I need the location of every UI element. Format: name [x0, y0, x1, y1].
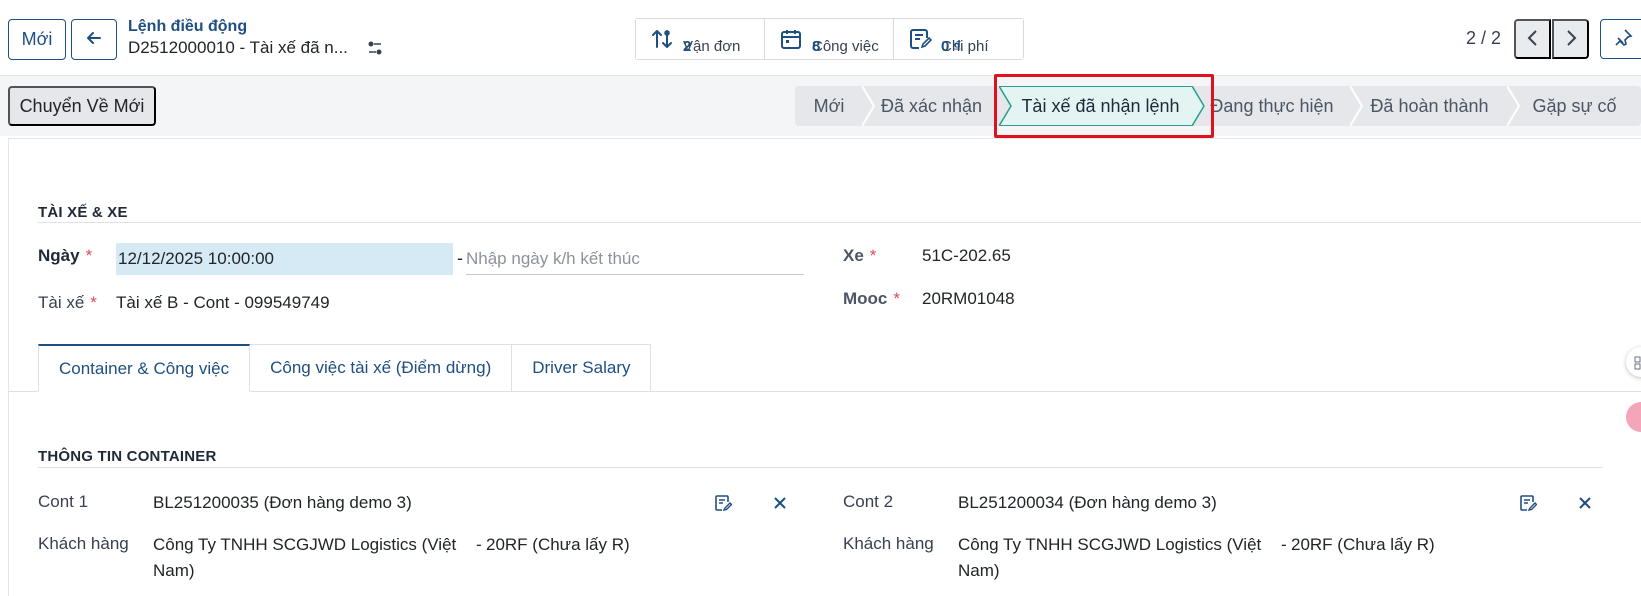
section-divider — [38, 222, 1641, 223]
stage-gap-su-co[interactable]: Gặp sự cố — [1507, 86, 1641, 126]
edit-icon[interactable] — [1517, 492, 1539, 514]
grid-icon — [1634, 355, 1641, 375]
stage-label: Gặp sự cố — [1532, 95, 1617, 116]
customer2-label: Khách hàng — [843, 534, 934, 553]
breadcrumb-record-name: D2512000010 - Tài xế đã n... — [128, 38, 348, 57]
close-icon[interactable] — [1574, 492, 1596, 514]
smart-buttons: Vận đơn 2 Công việc 8 Chi phí 0 ₫ — [635, 18, 1024, 60]
customer1-dash: - — [476, 535, 482, 554]
cont2-field[interactable]: BL251200034 (Đơn hàng demo 3) — [958, 493, 1217, 513]
cont2-label: Cont 2 — [843, 492, 894, 511]
stage-label: Đã hoàn thành — [1370, 95, 1489, 116]
record-actions-icon[interactable] — [366, 39, 384, 57]
active-stage-highlight — [994, 74, 1214, 138]
back-button[interactable] — [71, 19, 117, 60]
edit-icon[interactable] — [712, 492, 734, 514]
date-separator: - — [457, 248, 463, 268]
stage-label: Mới — [813, 95, 845, 116]
stage-divider — [1350, 86, 1364, 126]
customer2-dash: - — [1281, 535, 1287, 554]
calendar-icon — [779, 27, 803, 51]
driver-field[interactable]: Tài xế B - Cont - 099549749 — [116, 293, 330, 313]
smart-button-value: 2 — [683, 38, 692, 55]
section-title-driver-vehicle: TÀI XẾ & XE — [38, 204, 128, 221]
cont1-label: Cont 1 — [38, 492, 89, 511]
date-end-input[interactable]: Nhập ngày k/h kết thúc — [466, 243, 804, 275]
date-start-input[interactable]: 12/12/2025 10:00:00 — [116, 243, 453, 275]
date-label: Ngày * — [38, 246, 93, 265]
edit-note-icon — [908, 27, 932, 51]
stage-dang-thuc-hien[interactable]: Đang thực hiện — [1192, 86, 1351, 126]
trailer-field[interactable]: 20RM01048 — [922, 289, 1015, 309]
stage-moi[interactable]: Mới — [795, 86, 863, 126]
stage-da-hoan-thanh[interactable]: Đã hoàn thành — [1350, 86, 1508, 126]
pin-button[interactable] — [1600, 19, 1641, 59]
pager-previous-button[interactable] — [1514, 19, 1551, 59]
vehicle-field[interactable]: 51C-202.65 — [922, 246, 1011, 266]
arrow-left-icon — [84, 28, 104, 51]
vehicle-label: Xe * — [843, 246, 877, 265]
stage-label: Đã xác nhận — [880, 95, 983, 116]
smart-button-cong-viec[interactable]: Công việc 8 — [765, 19, 894, 59]
smart-button-chi-phi[interactable]: Chi phí 0 ₫ — [894, 19, 1023, 59]
cont1-field[interactable]: BL251200035 (Đơn hàng demo 3) — [153, 493, 412, 513]
customer1-name-line1: Công Ty TNHH SCGJWD Logistics (Việt — [153, 535, 457, 554]
section-divider — [38, 467, 1603, 468]
pin-icon — [1613, 28, 1633, 51]
stage-da-xac-nhan[interactable]: Đã xác nhận — [862, 86, 1000, 126]
smart-button-value: 0 ₫ — [941, 38, 962, 55]
breadcrumb: Lệnh điều động D2512000010 - Tài xế đã n… — [128, 16, 382, 57]
new-button[interactable]: Mới — [8, 19, 66, 60]
trailer-label: Mooc * — [843, 289, 901, 308]
stage-divider — [862, 86, 876, 126]
customer2-container-type: 20RF (Chưa lấy R) — [1291, 535, 1435, 554]
customer1-name-line2: Nam) — [153, 561, 195, 580]
stage-divider — [1507, 86, 1521, 126]
status-bar: Chuyển Về Mới Mới Đã xác nhận Tài xế đã … — [0, 76, 1641, 136]
reset-to-new-button[interactable]: Chuyển Về Mới — [8, 86, 156, 126]
chevron-left-icon — [1526, 29, 1540, 50]
pager-value[interactable]: 2 / 2 — [1466, 28, 1501, 49]
smart-button-label: Vận đơn — [683, 38, 741, 55]
tab-cong-viec-tai-xe[interactable]: Công việc tài xế (Điểm dừng) — [250, 344, 513, 392]
smart-button-value: 8 — [812, 38, 821, 55]
smart-button-van-don[interactable]: Vận đơn 2 — [636, 19, 765, 59]
notebook-tabs: Container & Công việc Công việc tài xế (… — [38, 344, 652, 392]
sort-arrows-icon — [650, 27, 674, 51]
close-icon[interactable] — [769, 492, 791, 514]
chevron-right-icon — [1564, 29, 1578, 50]
breadcrumb-parent-link[interactable]: Lệnh điều động — [128, 18, 247, 35]
stage-label: Đang thực hiện — [1210, 95, 1334, 116]
driver-label: Tài xế * — [38, 293, 97, 312]
control-panel: Mới Lệnh điều động D2512000010 - Tài xế … — [0, 0, 1641, 76]
smart-button-label: Công việc — [812, 38, 879, 55]
customer1-label: Khách hàng — [38, 534, 129, 553]
section-title-container: THÔNG TIN CONTAINER — [38, 448, 217, 465]
customer1-container-type: 20RF (Chưa lấy R) — [486, 535, 630, 554]
tab-driver-salary[interactable]: Driver Salary — [512, 344, 652, 392]
tab-container-cong-viec[interactable]: Container & Công việc — [38, 344, 251, 392]
customer2-name-line2: Nam) — [958, 561, 1000, 580]
pager-next-button[interactable] — [1552, 19, 1589, 59]
customer2-name-line1: Công Ty TNHH SCGJWD Logistics (Việt — [958, 535, 1262, 554]
